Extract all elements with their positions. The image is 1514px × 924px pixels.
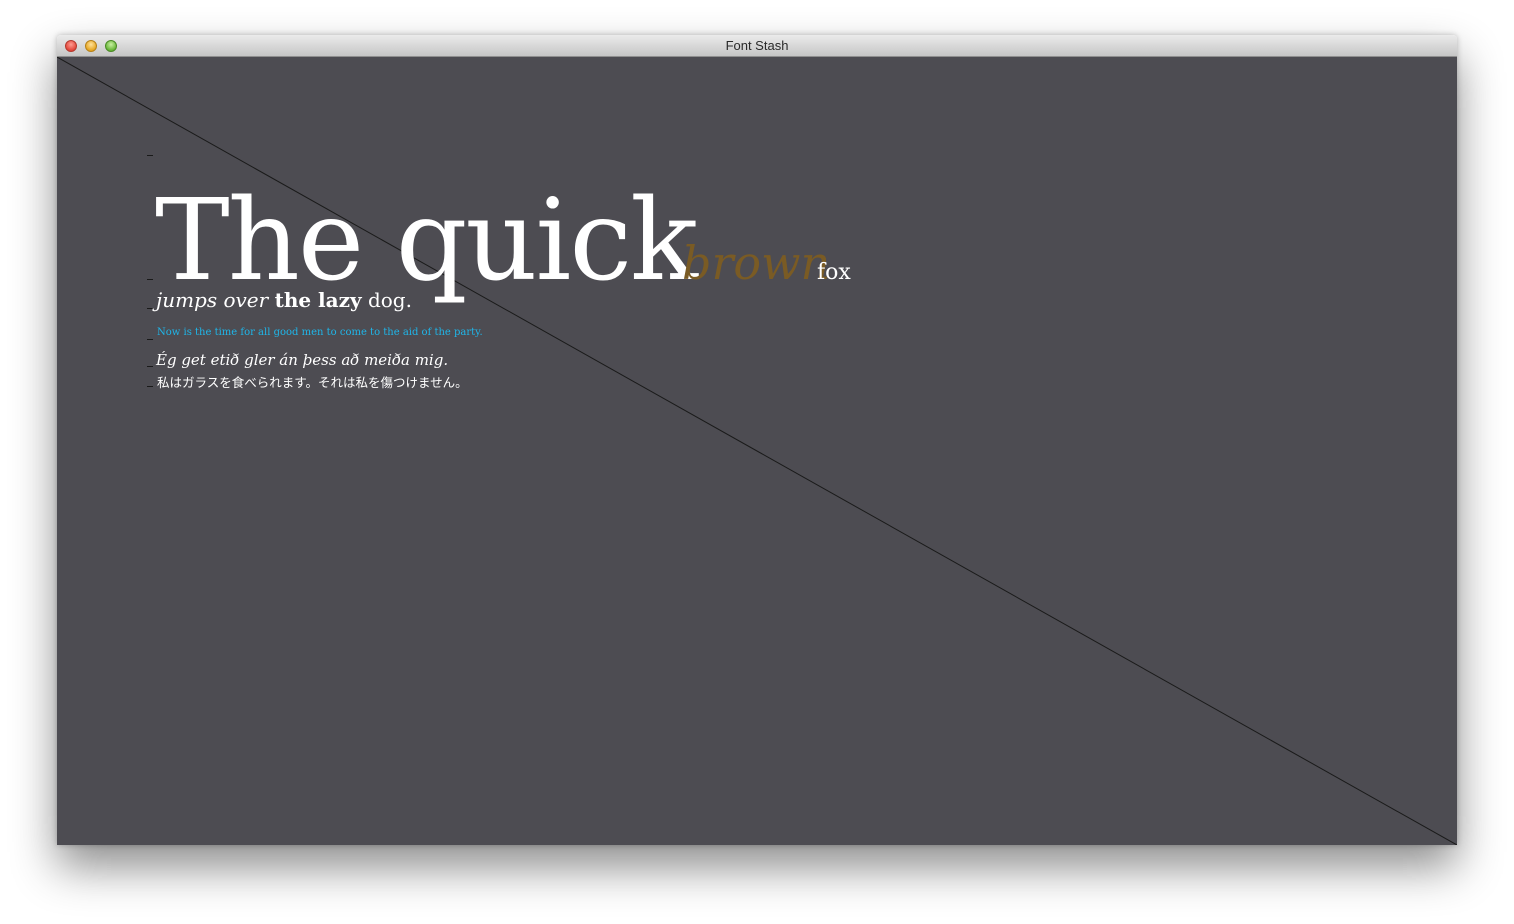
baseline-tick bbox=[147, 366, 153, 367]
app-window: Font Stash The quick brown fox jumps ove… bbox=[57, 35, 1457, 845]
regular-segment: dog. bbox=[367, 288, 412, 312]
baseline-tick bbox=[147, 155, 153, 156]
sample-line-2: jumps over the lazy dog. bbox=[156, 286, 412, 314]
brown-text: brown bbox=[682, 236, 831, 290]
italic-segment: jumps over bbox=[156, 288, 269, 312]
sample-line-blue: Now is the time for all good men to come… bbox=[157, 327, 483, 338]
fox-text: fox bbox=[817, 260, 851, 285]
bold-segment: the lazy bbox=[274, 288, 362, 312]
baseline-tick bbox=[147, 279, 153, 280]
sample-line-icelandic: Ég get etið gler án þess að meiða mig. bbox=[156, 351, 449, 369]
window-title: Font Stash bbox=[725, 38, 789, 53]
headline-text: The quick bbox=[155, 176, 698, 306]
render-canvas: The quick brown fox jumps over the lazy … bbox=[57, 57, 1457, 845]
sample-line-japanese: 私はガラスを食べられます。それは私を傷つけません。 bbox=[157, 375, 468, 390]
baseline-tick bbox=[147, 386, 153, 387]
title-bar[interactable]: Font Stash bbox=[57, 35, 1457, 57]
baseline-tick bbox=[147, 339, 153, 340]
baseline-tick bbox=[147, 308, 153, 309]
